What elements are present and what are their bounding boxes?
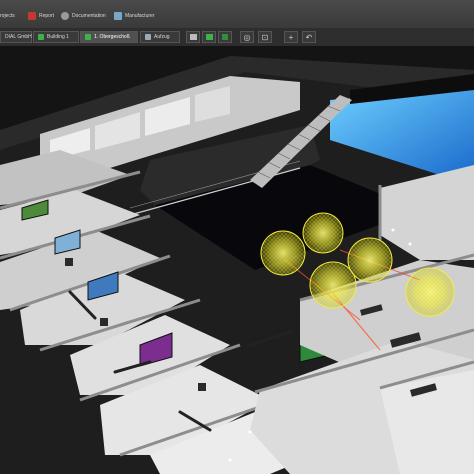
building-render[interactable] bbox=[0, 46, 474, 474]
documentation-label: Documentation bbox=[72, 13, 106, 19]
zoom-region-button[interactable]: ⊡ bbox=[258, 31, 272, 43]
project-tab-bar: DIAL GmbH Building 1 1. Obergeschoß Aufz… bbox=[0, 28, 474, 47]
documentation-menu[interactable]: Documentation bbox=[61, 11, 106, 21]
zoom-region-icon: ⊡ bbox=[261, 32, 269, 42]
ribbon-toolbar: rojects Report Documentation Manufacture… bbox=[0, 0, 474, 29]
rotate-icon: ↶ bbox=[305, 32, 313, 42]
documentation-icon bbox=[61, 12, 69, 20]
zoom-in-icon: + bbox=[288, 32, 294, 42]
building-icon bbox=[38, 34, 44, 40]
layers-button[interactable] bbox=[202, 31, 216, 43]
manufacturer-menu[interactable]: Manufacturer bbox=[114, 11, 154, 21]
tab-floor-1[interactable]: 1. Obergeschoß bbox=[80, 31, 138, 43]
luminaire-1-mesh bbox=[261, 231, 305, 275]
report-label: Report bbox=[39, 13, 55, 19]
objects-menu[interactable]: rojects bbox=[0, 11, 15, 21]
fit-view-button[interactable]: ◎ bbox=[240, 31, 254, 43]
floor-icon bbox=[85, 34, 91, 40]
report-icon bbox=[28, 12, 36, 20]
zoom-in-button[interactable]: + bbox=[284, 31, 298, 43]
fit-view-icon: ◎ bbox=[243, 32, 251, 42]
manufacturer-icon bbox=[114, 12, 122, 20]
tab-label: Aufzug bbox=[154, 34, 170, 40]
luminaire-3-mesh bbox=[348, 238, 392, 282]
paint-icon bbox=[189, 34, 197, 40]
luminaire-2-mesh bbox=[303, 213, 343, 253]
tab-elevator[interactable]: Aufzug bbox=[140, 31, 180, 43]
tab-label: 1. Obergeschoß bbox=[94, 34, 130, 40]
luminaire-5-mesh bbox=[406, 268, 454, 316]
report-menu[interactable]: Report bbox=[28, 11, 54, 21]
objects-label: rojects bbox=[0, 13, 15, 19]
rotate-button[interactable]: ↶ bbox=[302, 31, 316, 43]
manufacturer-label: Manufacturer bbox=[125, 13, 155, 19]
floor-view-button[interactable] bbox=[218, 31, 232, 43]
tab-building-1[interactable]: Building 1 bbox=[33, 31, 79, 43]
luminaire-4-mesh bbox=[310, 262, 356, 308]
tab-label: DIAL GmbH bbox=[5, 34, 32, 40]
3d-viewport[interactable] bbox=[0, 46, 474, 474]
paint-button[interactable] bbox=[186, 31, 200, 43]
elevator-icon bbox=[145, 34, 151, 40]
floor-view-icon bbox=[222, 34, 228, 40]
layers-icon bbox=[205, 34, 213, 40]
tab-dial-gmbh[interactable]: DIAL GmbH bbox=[0, 31, 32, 43]
tab-label: Building 1 bbox=[47, 34, 69, 40]
lighting-design-app: rojects Report Documentation Manufacture… bbox=[0, 0, 474, 474]
